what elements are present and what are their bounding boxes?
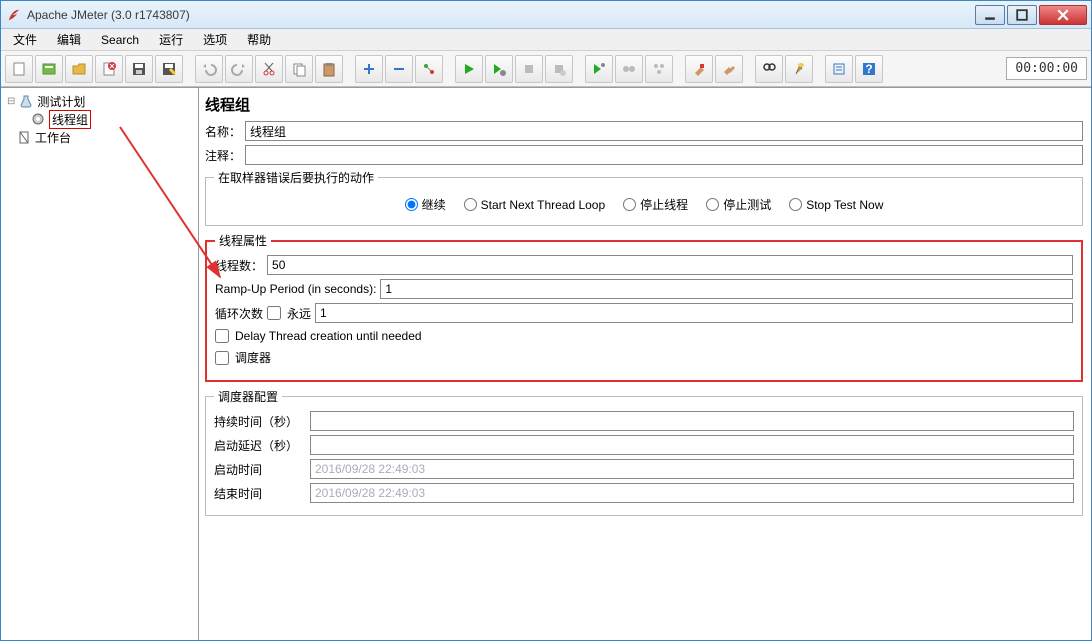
menu-search[interactable]: Search xyxy=(93,31,147,49)
close-button[interactable] xyxy=(1039,5,1087,25)
body: ⊟ 测试计划 线程组 工作台 线程组 名称： 注释： xyxy=(1,87,1091,640)
tree-test-plan[interactable]: ⊟ 测试计划 xyxy=(3,92,196,110)
remote-start-button[interactable] xyxy=(585,55,613,83)
start-time-input[interactable] xyxy=(310,459,1074,479)
tree-label: 工作台 xyxy=(35,129,71,146)
radio-next-loop[interactable]: Start Next Thread Loop xyxy=(464,196,606,213)
tree-label: 测试计划 xyxy=(37,93,85,110)
shutdown-button[interactable] xyxy=(545,55,573,83)
reset-search-button[interactable] xyxy=(785,55,813,83)
ramp-input[interactable] xyxy=(380,279,1073,299)
panel-title: 线程组 xyxy=(205,94,1083,115)
toolbar: ? 00:00:00 xyxy=(1,51,1091,87)
start-button[interactable] xyxy=(455,55,483,83)
clear-button[interactable] xyxy=(685,55,713,83)
name-label: 名称： xyxy=(205,123,241,140)
titlebar: Apache JMeter (3.0 r1743807) xyxy=(1,1,1091,29)
maximize-button[interactable] xyxy=(1007,5,1037,25)
cut-button[interactable] xyxy=(255,55,283,83)
app-window: Apache JMeter (3.0 r1743807) 文件 编辑 Searc… xyxy=(0,0,1092,641)
scheduler-legend: 调度器配置 xyxy=(214,388,282,405)
window-buttons xyxy=(973,5,1087,25)
end-time-input[interactable] xyxy=(310,483,1074,503)
menu-options[interactable]: 选项 xyxy=(195,29,235,50)
delay-checkbox[interactable]: Delay Thread creation until needed xyxy=(215,329,1073,343)
app-icon xyxy=(7,8,21,22)
toggle-button[interactable] xyxy=(415,55,443,83)
forever-checkbox[interactable]: 永远 xyxy=(267,305,311,322)
name-input[interactable] xyxy=(245,121,1083,141)
scheduler-fieldset: 调度器配置 持续时间（秒） 启动延迟（秒） 启动时间 结束时间 xyxy=(205,388,1083,516)
main-panel: 线程组 名称： 注释： 在取样器错误后要执行的动作 继续 Start Next … xyxy=(199,88,1091,640)
gear-icon xyxy=(31,112,45,126)
window-title: Apache JMeter (3.0 r1743807) xyxy=(27,8,973,22)
new-button[interactable] xyxy=(5,55,33,83)
scheduler-checkbox[interactable]: 调度器 xyxy=(215,349,1073,366)
expand-button[interactable] xyxy=(355,55,383,83)
menu-file[interactable]: 文件 xyxy=(5,29,45,50)
open-button[interactable] xyxy=(65,55,93,83)
on-error-fieldset: 在取样器错误后要执行的动作 继续 Start Next Thread Loop … xyxy=(205,169,1083,226)
tree-label: 线程组 xyxy=(49,110,91,129)
threads-label: 线程数： xyxy=(215,257,263,274)
beaker-icon xyxy=(19,94,33,108)
remote-shutdown-button[interactable] xyxy=(645,55,673,83)
thread-props-legend: 线程属性 xyxy=(215,232,271,249)
radio-stop-now[interactable]: Stop Test Now xyxy=(789,196,883,213)
startup-delay-input[interactable] xyxy=(310,435,1074,455)
start-no-pause-button[interactable] xyxy=(485,55,513,83)
save-button[interactable] xyxy=(125,55,153,83)
threads-input[interactable] xyxy=(267,255,1073,275)
minimize-button[interactable] xyxy=(975,5,1005,25)
tree-thread-group[interactable]: 线程组 xyxy=(3,110,196,128)
function-button[interactable] xyxy=(825,55,853,83)
startup-delay-label: 启动延迟（秒） xyxy=(214,437,306,454)
svg-text:?: ? xyxy=(865,62,872,76)
undo-button[interactable] xyxy=(195,55,223,83)
timer-display: 00:00:00 xyxy=(1006,57,1087,80)
menu-help[interactable]: 帮助 xyxy=(239,29,279,50)
end-time-label: 结束时间 xyxy=(214,485,306,502)
thread-props-fieldset: 线程属性 线程数： Ramp-Up Period (in seconds): 循… xyxy=(205,232,1083,382)
radio-stop-thread[interactable]: 停止线程 xyxy=(623,196,688,213)
loop-label: 循环次数 xyxy=(215,305,263,322)
paste-button[interactable] xyxy=(315,55,343,83)
help-button[interactable]: ? xyxy=(855,55,883,83)
tree-panel: ⊟ 测试计划 线程组 工作台 xyxy=(1,88,199,640)
duration-label: 持续时间（秒） xyxy=(214,413,306,430)
close-file-button[interactable] xyxy=(95,55,123,83)
duration-input[interactable] xyxy=(310,411,1074,431)
stop-button[interactable] xyxy=(515,55,543,83)
save-as-button[interactable] xyxy=(155,55,183,83)
radio-stop-test[interactable]: 停止测试 xyxy=(706,196,771,213)
ramp-label: Ramp-Up Period (in seconds): xyxy=(215,282,376,296)
clear-all-button[interactable] xyxy=(715,55,743,83)
redo-button[interactable] xyxy=(225,55,253,83)
clipboard-icon xyxy=(17,130,31,144)
menu-edit[interactable]: 编辑 xyxy=(49,29,89,50)
comment-label: 注释： xyxy=(205,147,241,164)
menubar: 文件 编辑 Search 运行 选项 帮助 xyxy=(1,29,1091,51)
search-button[interactable] xyxy=(755,55,783,83)
on-error-legend: 在取样器错误后要执行的动作 xyxy=(214,169,378,186)
start-time-label: 启动时间 xyxy=(214,461,306,478)
loop-input[interactable] xyxy=(315,303,1073,323)
templates-button[interactable] xyxy=(35,55,63,83)
radio-continue[interactable]: 继续 xyxy=(405,196,446,213)
tree-toggle-icon[interactable]: ⊟ xyxy=(7,96,15,107)
copy-button[interactable] xyxy=(285,55,313,83)
remote-stop-button[interactable] xyxy=(615,55,643,83)
comment-input[interactable] xyxy=(245,145,1083,165)
tree-workbench[interactable]: 工作台 xyxy=(3,128,196,146)
menu-run[interactable]: 运行 xyxy=(151,29,191,50)
collapse-button[interactable] xyxy=(385,55,413,83)
